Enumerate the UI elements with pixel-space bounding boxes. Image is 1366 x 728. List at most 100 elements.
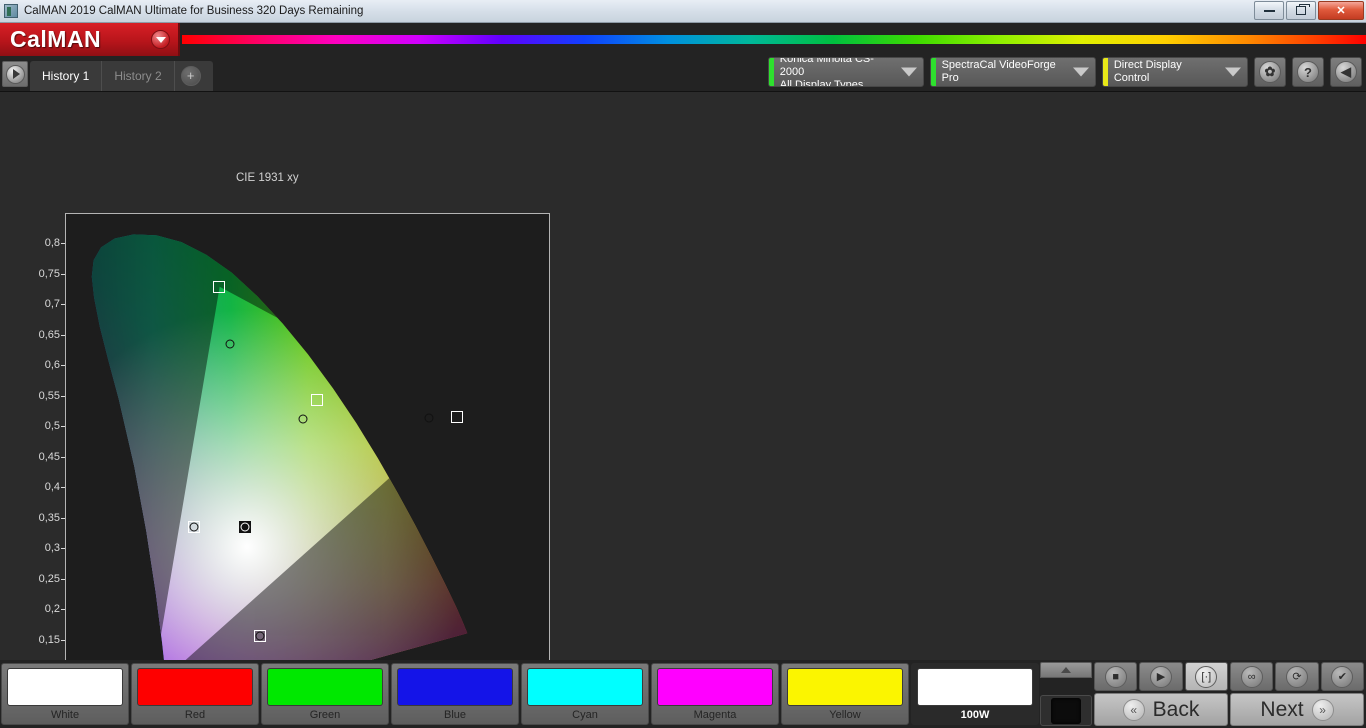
measured-marker-green [225, 339, 235, 349]
calman-logo[interactable]: CalMAN [0, 23, 180, 56]
settings-button[interactable]: ✿ [1254, 57, 1286, 87]
display-control-name: Direct Display Control [1113, 59, 1182, 84]
stop-button[interactable]: ■ [1094, 662, 1138, 692]
y-axis-tick: 0,25 [38, 572, 66, 585]
y-axis-tick: 0,2 [44, 603, 66, 616]
y-axis-tick: 0,3 [44, 542, 66, 555]
confirm-button[interactable]: ✔ [1320, 662, 1364, 692]
patch-preview-column [1040, 662, 1092, 691]
play-arrow-icon [5, 64, 25, 84]
window-controls: ✕ [1254, 1, 1364, 20]
swatch-label: Green [309, 709, 341, 721]
swatch-color-chip [397, 668, 513, 706]
swatch-100w[interactable]: 100W [911, 663, 1039, 725]
swatch-color-chip [787, 668, 903, 706]
continuous-button[interactable]: ∞ [1229, 662, 1274, 692]
swatch-blue[interactable]: Blue [391, 663, 519, 725]
y-axis-tick: 0,7 [44, 298, 66, 311]
swatch-color-chip [137, 668, 253, 706]
window-title: CalMAN 2019 CalMAN Ultimate for Business… [24, 5, 364, 17]
checkmark-icon: ✔ [1331, 665, 1354, 688]
y-axis-tick: 0,35 [38, 511, 66, 524]
chevron-down-icon[interactable] [901, 67, 917, 77]
sidebar-expander-button[interactable] [2, 61, 28, 87]
tab-history-2[interactable]: History 2 [102, 61, 175, 91]
y-axis-tick: 0,65 [38, 328, 66, 341]
window-titlebar: CalMAN 2019 CalMAN Ultimate for Business… [0, 0, 1366, 23]
swatch-color-chip [917, 668, 1033, 706]
transport-controls: ■ ▶ [·] ∞ ⟳ ✔ « Back Next » [1040, 660, 1366, 728]
meter-display-types: All Display Types [779, 78, 864, 87]
measured-marker-white [240, 522, 250, 532]
brand-header: CalMAN [0, 23, 1366, 56]
y-axis-tick: 0,55 [38, 389, 66, 402]
restore-button[interactable] [1286, 1, 1316, 20]
measure-icon: [·] [1195, 665, 1218, 688]
swatch-green[interactable]: Green [261, 663, 389, 725]
stop-icon: ■ [1104, 665, 1127, 688]
tab-history-1[interactable]: History 1 [30, 61, 103, 91]
cie-chromaticity-plot[interactable] [65, 213, 550, 728]
logo-text: CalMAN [10, 26, 102, 52]
measured-marker-magenta [255, 631, 265, 641]
tab-strip: History 1 History 2 + Konica Minolta CS-… [0, 56, 1366, 92]
question-mark-icon: ? [1297, 61, 1319, 83]
swatch-label: White [50, 709, 80, 721]
device-selectors: Konica Minolta CS-2000 All Display Types… [768, 57, 1362, 87]
add-tab-button[interactable]: + [180, 66, 201, 86]
y-axis-tick: 0,5 [44, 420, 66, 433]
swatch-label: Magenta [693, 709, 737, 721]
cie-horseshoe-diagram [91, 234, 468, 716]
swatch-cyan[interactable]: Cyan [521, 663, 649, 725]
patch-preview[interactable] [1040, 693, 1092, 726]
swatch-color-chip [657, 668, 773, 706]
chevron-down-icon[interactable] [1073, 67, 1089, 77]
close-button[interactable]: ✕ [1318, 1, 1364, 20]
swatch-white[interactable]: White [1, 663, 129, 725]
history-tabs: History 1 History 2 + [30, 61, 213, 91]
spectrum-gradient-bar [182, 35, 1366, 44]
black-patch-icon [1051, 697, 1081, 724]
play-button[interactable]: ▶ [1139, 662, 1183, 692]
chart-area: CIE 1931 xy 00,050,10,150,20,250,30,350,… [0, 92, 1366, 728]
refresh-icon: ⟳ [1285, 665, 1308, 688]
y-axis-tick: 0,45 [38, 450, 66, 463]
minimize-button[interactable] [1254, 1, 1284, 20]
meter-name: Konica Minolta CS-2000 [779, 57, 874, 78]
swatch-magenta[interactable]: Magenta [651, 663, 779, 725]
y-axis-tick: 0,75 [38, 267, 66, 280]
measured-marker-cyan [189, 522, 199, 532]
target-marker-red [451, 411, 463, 423]
collapse-panel-button[interactable]: ◀ [1330, 57, 1362, 87]
source-selector[interactable]: SpectraCal VideoForge Pro [930, 57, 1096, 87]
back-button[interactable]: « Back [1094, 693, 1228, 726]
meter-selector[interactable]: Konica Minolta CS-2000 All Display Types [768, 57, 924, 87]
display-control-selector[interactable]: Direct Display Control [1102, 57, 1248, 87]
color-swatch-list: White Red Green Blue Cyan Magenta Yellow 100W [0, 660, 1040, 728]
measure-button[interactable]: [·] [1184, 662, 1228, 692]
swatch-label: Yellow [829, 709, 861, 721]
chevron-down-icon[interactable] [1225, 67, 1241, 77]
refresh-button[interactable]: ⟳ [1275, 662, 1319, 692]
swatch-yellow[interactable]: Yellow [781, 663, 909, 725]
measured-marker-yellow [298, 414, 308, 424]
caret-down-icon[interactable] [151, 30, 170, 49]
swatch-color-chip [527, 668, 643, 706]
swatch-label: Blue [443, 709, 467, 721]
y-axis: 00,050,10,150,20,250,30,350,40,450,50,55… [0, 213, 66, 728]
swatch-color-chip [267, 668, 383, 706]
bottom-toolbar: White Red Green Blue Cyan Magenta Yellow 100W ■… [0, 660, 1366, 728]
infinity-icon: ∞ [1240, 665, 1263, 688]
swatch-label: Cyan [572, 709, 598, 721]
target-marker-yellow [311, 394, 323, 406]
chevron-left-double-icon: « [1122, 698, 1145, 721]
swatch-label: Red [184, 709, 206, 721]
swatch-red[interactable]: Red [131, 663, 259, 725]
gear-icon: ✿ [1259, 61, 1281, 83]
next-button[interactable]: Next » [1230, 693, 1364, 726]
target-marker-green [213, 281, 225, 293]
y-axis-tick: 0,6 [44, 359, 66, 372]
help-button[interactable]: ? [1292, 57, 1324, 87]
patch-expand-button[interactable] [1040, 662, 1092, 678]
chart-title: CIE 1931 xy [236, 172, 299, 184]
